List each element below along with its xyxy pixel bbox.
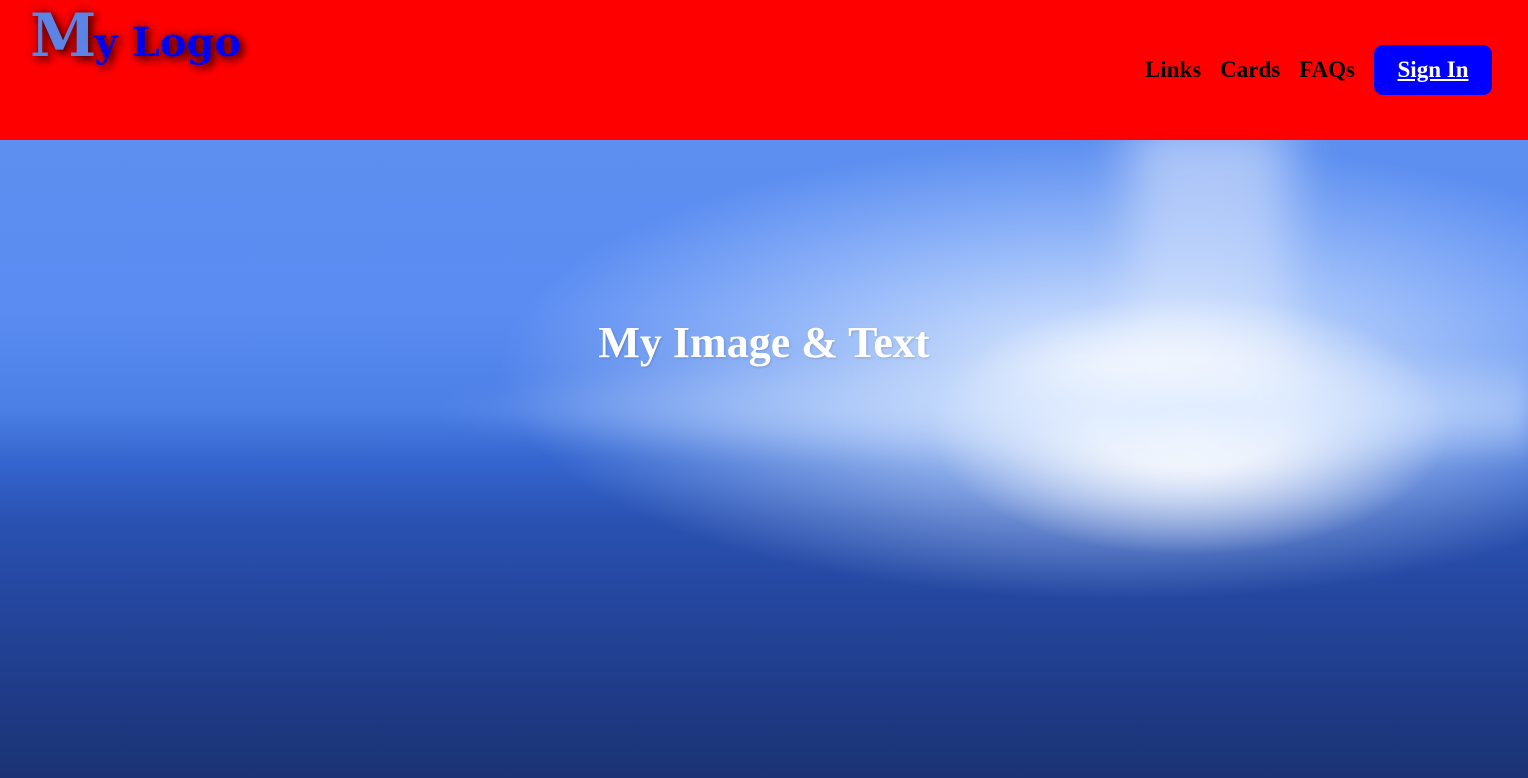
- nav-link-cards[interactable]: Cards: [1220, 57, 1280, 83]
- logo-first-letter: M: [30, 1, 97, 71]
- sign-in-label: Sign In: [1397, 57, 1469, 82]
- sign-in-button[interactable]: Sign In: [1374, 45, 1492, 95]
- hero-title: My Image & Text: [598, 318, 930, 368]
- main-nav: Links Cards FAQs Sign In: [1145, 45, 1492, 95]
- hero-banner: My Image & Text: [0, 140, 1528, 778]
- nav-link-links[interactable]: Links: [1145, 57, 1201, 83]
- nav-link-faqs[interactable]: FAQs: [1299, 57, 1355, 83]
- top-header: My Logo Links Cards FAQs Sign In: [0, 0, 1528, 140]
- site-logo[interactable]: My Logo: [30, 6, 241, 66]
- page: My Logo Links Cards FAQs Sign In My Imag…: [0, 0, 1528, 778]
- logo-text: y Logo: [94, 19, 242, 66]
